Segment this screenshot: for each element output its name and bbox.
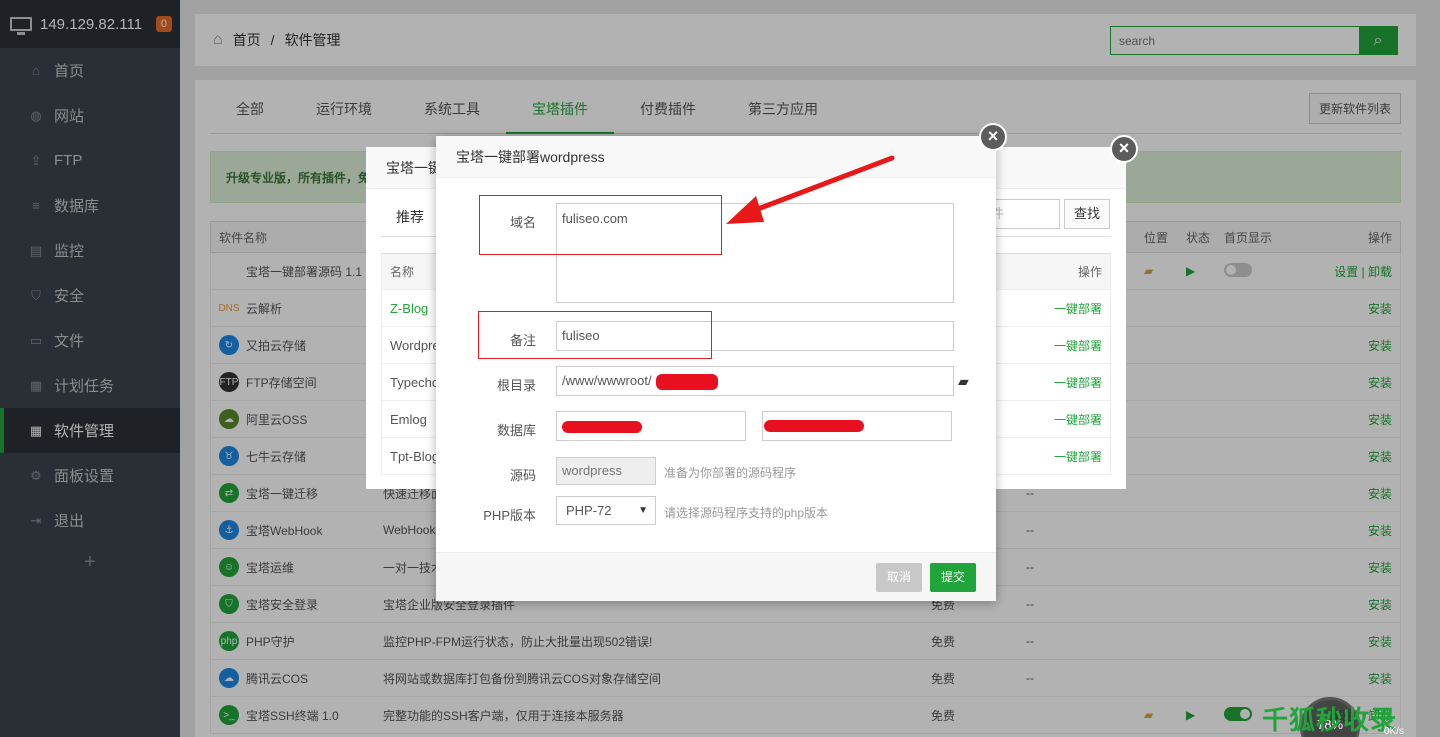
- network-speed: 0K/s: [1384, 726, 1405, 737]
- annotation-arrow-shaft: [747, 155, 895, 215]
- annotation-arrow-head: [726, 196, 764, 224]
- watermark: 千狐秒收录: [1262, 705, 1398, 735]
- annotation-arrow: [726, 155, 895, 224]
